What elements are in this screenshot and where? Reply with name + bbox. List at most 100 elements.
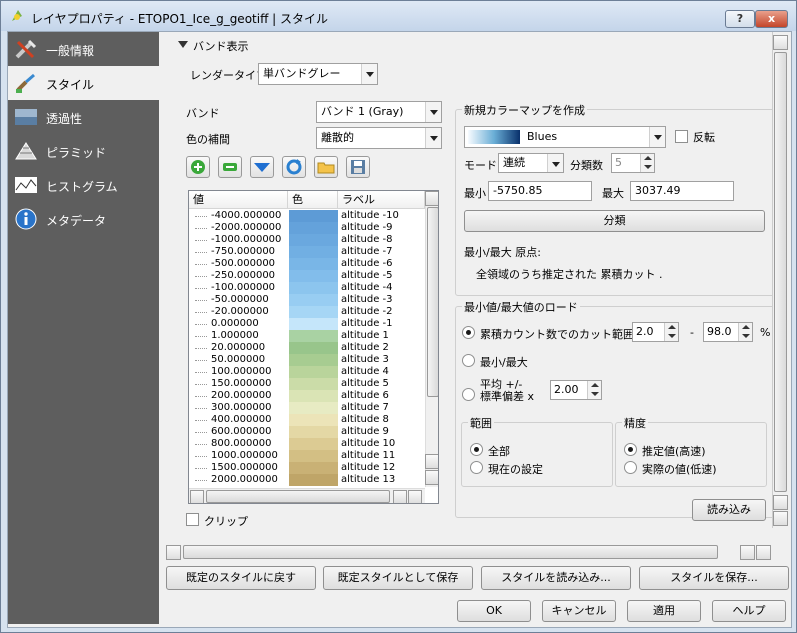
accuracy-actual-radio[interactable] [624, 461, 637, 474]
scroll-left-icon[interactable] [190, 490, 204, 503]
colormap-table[interactable]: 値 色 ラベル -4000.000000 altitude -10 -2000.00… [188, 190, 439, 504]
cell-color[interactable] [289, 402, 338, 414]
scroll-right-icon[interactable] [408, 490, 422, 503]
export-colormap-button[interactable] [346, 156, 370, 178]
collapse-arrow-icon[interactable] [178, 41, 188, 49]
cell-color[interactable] [289, 354, 338, 366]
cell-color[interactable] [289, 474, 338, 486]
band-select[interactable]: バンド 1 (Gray) [316, 101, 442, 123]
scroll-up-icon[interactable] [773, 35, 788, 50]
close-button[interactable]: x [755, 10, 788, 28]
table-row[interactable]: -500.000000 altitude -6 [189, 258, 425, 270]
table-row[interactable]: 1000.000000 altitude 11 [189, 450, 425, 462]
cell-color[interactable] [289, 306, 338, 318]
scroll-left-icon[interactable] [393, 490, 407, 503]
table-row[interactable]: 600.000000 altitude 9 [189, 426, 425, 438]
cell-color[interactable] [289, 222, 338, 234]
color-ramp-select[interactable]: Blues [464, 126, 666, 148]
cell-color[interactable] [289, 462, 338, 474]
help-button[interactable]: ヘルプ [712, 600, 786, 622]
table-row[interactable]: 20.000000 altitude 2 [189, 342, 425, 354]
table-row[interactable]: -250.000000 altitude -5 [189, 270, 425, 282]
cell-color[interactable] [289, 270, 338, 282]
cell-color[interactable] [289, 426, 338, 438]
spin-arrows-icon[interactable] [738, 323, 752, 341]
cell-color[interactable] [289, 330, 338, 342]
extent-full-radio[interactable] [470, 443, 483, 456]
spin-arrows-icon[interactable] [587, 381, 601, 399]
page-scroll-thumb[interactable] [774, 52, 787, 492]
min-input[interactable]: -5750.85 [488, 181, 592, 201]
table-row[interactable]: -20.000000 altitude -2 [189, 306, 425, 318]
table-row[interactable]: -750.000000 altitude -7 [189, 246, 425, 258]
column-header-label[interactable]: ラベル [338, 191, 425, 209]
cell-color[interactable] [289, 450, 338, 462]
cell-color[interactable] [289, 438, 338, 450]
minmax-radio[interactable] [462, 354, 475, 367]
table-row[interactable]: 1.000000 altitude 1 [189, 330, 425, 342]
cell-color[interactable] [289, 234, 338, 246]
table-row[interactable]: -4000.000000 altitude -10 [189, 210, 425, 222]
table-row[interactable]: 150.000000 altitude 5 [189, 378, 425, 390]
load-style-button[interactable]: スタイルを読み込み... [481, 566, 631, 590]
table-hscroll-thumb[interactable] [206, 490, 390, 503]
sidebar-item-pyramids[interactable]: ピラミッド [8, 134, 159, 168]
load-minmax-button[interactable]: 読み込み [692, 499, 766, 521]
scroll-up-icon[interactable] [425, 191, 438, 206]
classes-spinbox[interactable]: 5 [611, 153, 655, 173]
invert-checkbox[interactable] [675, 130, 688, 143]
renderer-select[interactable]: 単バンドグレー [258, 63, 378, 85]
cell-color[interactable] [289, 210, 338, 222]
table-row[interactable]: -100.000000 altitude -4 [189, 282, 425, 294]
table-row[interactable]: 50.000000 altitude 3 [189, 354, 425, 366]
ok-button[interactable]: OK [457, 600, 531, 622]
mean-stddev-radio[interactable] [462, 388, 475, 401]
clip-checkbox[interactable] [186, 513, 199, 526]
sidebar-item-transparency[interactable]: 透過性 [8, 100, 159, 134]
cell-color[interactable] [289, 258, 338, 270]
table-vertical-scrollbar[interactable] [425, 191, 438, 487]
scroll-down-icon[interactable] [773, 511, 788, 526]
cancel-button[interactable]: キャンセル [542, 600, 616, 622]
cell-color[interactable] [289, 294, 338, 306]
cell-color[interactable] [289, 246, 338, 258]
cumulative-cut-radio[interactable] [462, 326, 475, 339]
cut-low-spinbox[interactable]: 2.0 [632, 322, 679, 342]
extent-current-radio[interactable] [470, 461, 483, 474]
title-bar[interactable]: レイヤプロパティ - ETOPO1_Ice_g_geotiff | スタイル ?… [1, 1, 796, 31]
sidebar-item-general[interactable]: 一般情報 [8, 32, 159, 66]
page-horizontal-scrollbar[interactable] [166, 544, 772, 561]
table-row[interactable]: -1000.000000 altitude -8 [189, 234, 425, 246]
interpolation-select[interactable]: 離散的 [316, 127, 442, 149]
table-row[interactable]: 2000.000000 altitude 13 [189, 474, 425, 486]
save-as-default-button[interactable]: 既定スタイルとして保存 [323, 566, 473, 590]
cut-high-spinbox[interactable]: 98.0 [703, 322, 753, 342]
spin-arrows-icon[interactable] [664, 323, 678, 341]
load-colormap-button[interactable] [314, 156, 338, 178]
page-vertical-scrollbar[interactable] [772, 32, 788, 528]
table-row[interactable]: -50.000000 altitude -3 [189, 294, 425, 306]
spin-arrows-icon[interactable] [640, 154, 654, 172]
remove-entry-button[interactable] [218, 156, 242, 178]
cell-color[interactable] [289, 282, 338, 294]
table-scroll-thumb[interactable] [427, 207, 438, 397]
cell-color[interactable] [289, 414, 338, 426]
save-style-button[interactable]: スタイルを保存... [639, 566, 789, 590]
refresh-button[interactable] [282, 156, 306, 178]
column-header-color[interactable]: 色 [288, 191, 338, 209]
mode-select[interactable]: 連続 [498, 153, 564, 173]
help-title-button[interactable]: ? [725, 10, 755, 28]
page-hscroll-thumb[interactable] [183, 545, 718, 559]
scroll-down-icon[interactable] [425, 470, 438, 485]
table-row[interactable]: -2000.000000 altitude -9 [189, 222, 425, 234]
table-row[interactable]: 200.000000 altitude 6 [189, 390, 425, 402]
cell-color[interactable] [289, 378, 338, 390]
column-header-value[interactable]: 値 [189, 191, 288, 209]
table-row[interactable]: 400.000000 altitude 8 [189, 414, 425, 426]
scroll-up-icon[interactable] [425, 454, 438, 469]
scroll-right-icon[interactable] [756, 545, 771, 560]
scroll-up-icon[interactable] [773, 495, 788, 510]
apply-button[interactable]: 適用 [627, 600, 701, 622]
accuracy-estimate-radio[interactable] [624, 443, 637, 456]
table-row[interactable]: 300.000000 altitude 7 [189, 402, 425, 414]
